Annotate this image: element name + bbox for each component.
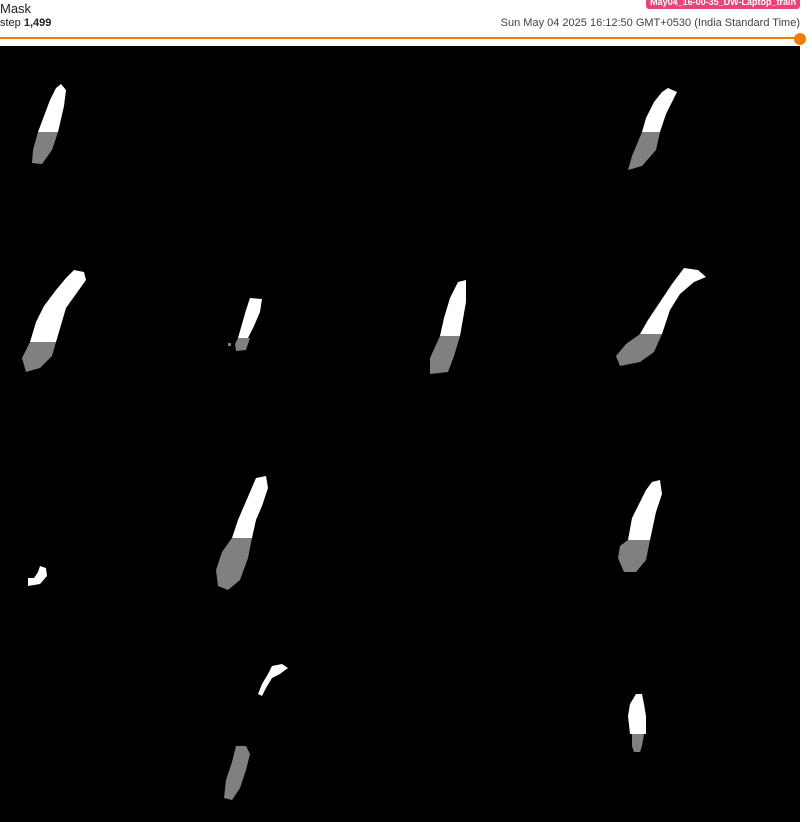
image-card: Mask May04_16-00-35_DW-Laptop_train step… <box>0 0 812 822</box>
step-timestamp: Sun May 04 2025 16:12:50 GMT+0530 (India… <box>500 17 800 29</box>
step-label: step <box>0 17 21 29</box>
mask-image-canvas <box>0 46 800 822</box>
mask-image <box>0 46 800 822</box>
step-slider-thumb[interactable] <box>794 33 806 45</box>
step-slider-track[interactable] <box>0 37 800 39</box>
run-name-badge: May04_16-00-35_DW-Laptop_train <box>646 0 800 9</box>
mask-background <box>0 46 800 822</box>
card-title: Mask <box>0 1 32 16</box>
step-value: 1,499 <box>23 17 52 29</box>
card-header: Mask May04_16-00-35_DW-Laptop_train step… <box>0 0 812 34</box>
step-label-line: step 1,499 <box>0 17 51 30</box>
step-slider[interactable] <box>0 33 812 45</box>
